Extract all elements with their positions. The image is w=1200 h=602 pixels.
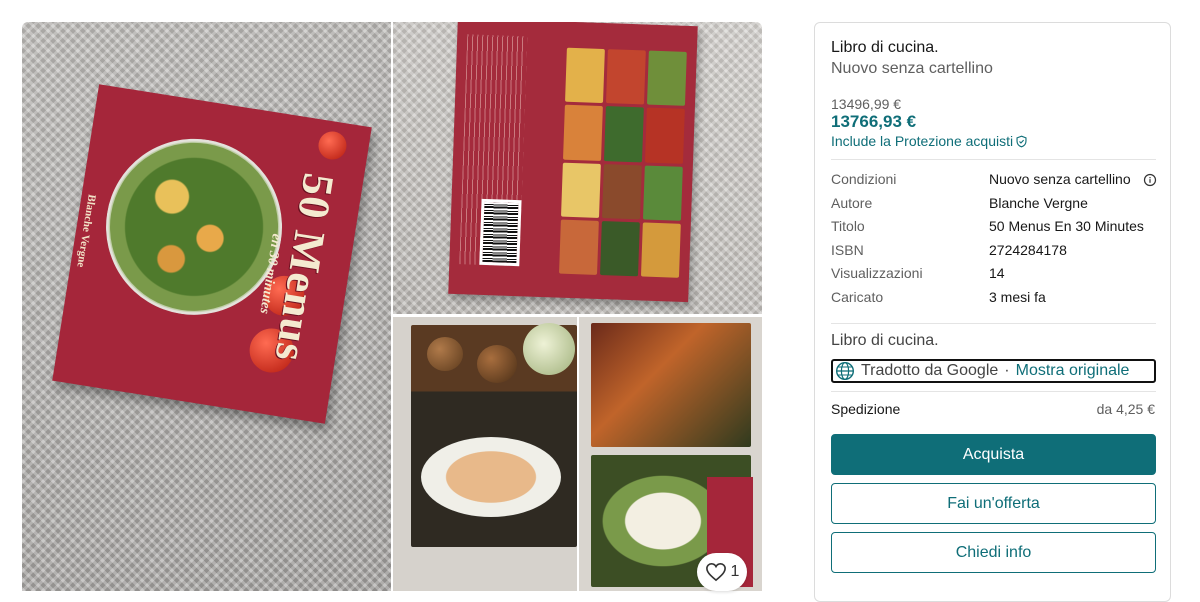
buy-button[interactable]: Acquista [831, 434, 1156, 475]
book-back-cover [448, 22, 698, 303]
shipping-price: da 4,25 € [1096, 401, 1155, 417]
heart-icon [705, 562, 726, 582]
translated-by-label: Tradotto da Google [861, 362, 999, 379]
divider [831, 323, 1156, 324]
detail-value: Nuovo senza cartellino [989, 171, 1131, 187]
show-original-link[interactable]: Mostra originale [1016, 362, 1130, 380]
info-icon[interactable] [1143, 173, 1157, 187]
photo-gallery: Blanche Vergne 50 Menus en 30 minutes 1 [22, 22, 762, 591]
potato-image [427, 337, 463, 371]
item-condition-subtitle: Nuovo senza cartellino [831, 60, 993, 77]
detail-value: 3 mesi fa [989, 288, 1046, 305]
item-description: Libro di cucina. [831, 332, 939, 349]
detail-key: Visualizzazioni [831, 265, 923, 281]
favorite-button[interactable]: 1 [697, 553, 747, 591]
detail-key: ISBN [831, 241, 864, 258]
tomato-image [316, 129, 349, 162]
buyer-protection-link[interactable]: Include la Protezione acquisti [831, 133, 1028, 149]
detail-key: Caricato [831, 288, 884, 305]
shield-check-icon [1016, 135, 1027, 147]
item-price: 13496,99 € [831, 96, 902, 112]
globe-icon [835, 361, 855, 381]
cover-author: Blanche Vergne [74, 193, 98, 269]
detail-key: Titolo [831, 218, 865, 234]
roast-photo [591, 323, 751, 447]
detail-value: 14 [989, 265, 1005, 281]
detail-value: 50 Menus En 30 Minutes [989, 218, 1144, 234]
divider [831, 159, 1156, 160]
shipping-label: Spedizione [831, 401, 901, 417]
translation-bar: Tradotto da Google · Mostra originale [831, 359, 1156, 383]
buyer-protection-label: Include la Protezione acquisti [831, 133, 1014, 149]
potato-image [477, 345, 517, 383]
detail-value: 2724284178 [989, 241, 1067, 258]
main-photo[interactable]: Blanche Vergne 50 Menus en 30 minutes [22, 22, 391, 591]
divider [831, 391, 1156, 392]
detail-value: Blanche Vergne [989, 194, 1088, 211]
detail-row-author: Autore Blanche Vergne [831, 193, 1156, 217]
ask-info-button[interactable]: Chiedi info [831, 532, 1156, 573]
detail-key: Condizioni [831, 171, 897, 187]
item-details-list: Condizioni Nuovo senza cartellino Autore… [831, 169, 1157, 311]
inner-page-photo[interactable] [393, 317, 577, 591]
price-with-protection[interactable]: 13766,93 € [831, 112, 916, 132]
separator-dot: · [1004, 362, 1010, 379]
detail-row-isbn: ISBN 2724284178 [831, 240, 1156, 264]
detail-row-uploaded: Caricato 3 mesi fa [831, 287, 1156, 311]
book-cover: Blanche Vergne 50 Menus en 30 minutes [52, 84, 372, 424]
cabbage-image [523, 323, 575, 375]
detail-row-condition: Condizioni Nuovo senza cartellino [831, 169, 1157, 193]
item-title: Libro di cucina. [831, 39, 939, 56]
detail-row-views: Visualizzazioni 14 [831, 263, 1156, 287]
back-cover-photo[interactable] [393, 22, 762, 314]
favorite-count: 1 [730, 563, 740, 580]
item-details-panel: Libro di cucina. Nuovo senza cartellino … [814, 22, 1171, 602]
barcode-image [479, 198, 522, 267]
make-offer-button[interactable]: Fai un'offerta [831, 483, 1156, 524]
omelette-plate-image [421, 437, 561, 517]
food-photo-grid [559, 47, 687, 278]
inner-page-photo-2[interactable] [579, 317, 762, 591]
detail-row-title: Titolo 50 Menus En 30 Minutes [831, 216, 1156, 240]
detail-key: Autore [831, 194, 873, 211]
